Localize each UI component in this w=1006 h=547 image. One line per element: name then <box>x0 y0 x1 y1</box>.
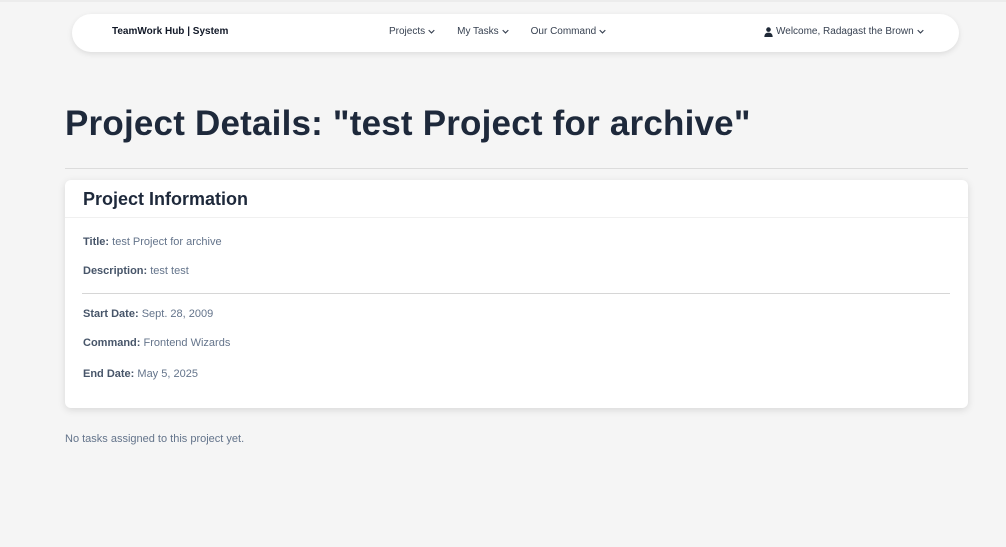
navbar: TeamWork Hub | System Projects My Tasks … <box>72 14 959 52</box>
nav-our-command-label: Our Command <box>530 26 597 37</box>
field-description-label: Description: <box>83 265 148 277</box>
field-title: Title: test Project for archive <box>83 236 222 248</box>
field-start-date-value: Sept. 28, 2009 <box>141 308 214 320</box>
field-end-date-label: End Date: <box>83 368 135 380</box>
page-title: Project Details: "test Project for archi… <box>65 104 751 143</box>
field-description: Description: test test <box>83 265 189 277</box>
chevron-down-icon <box>599 28 606 35</box>
field-start-date: Start Date: Sept. 28, 2009 <box>83 308 213 320</box>
field-end-date: End Date: May 5, 2025 <box>83 368 198 380</box>
title-divider <box>65 168 968 169</box>
nav-our-command-dropdown[interactable]: Our Command <box>531 26 607 37</box>
field-title-value: test Project for archive <box>112 236 222 248</box>
top-border <box>0 0 1006 2</box>
chevron-down-icon <box>428 28 435 35</box>
no-tasks-message: No tasks assigned to this project yet. <box>65 433 245 445</box>
field-description-value: test test <box>150 265 189 277</box>
chevron-down-icon <box>501 28 509 35</box>
nav-projects-label: Projects <box>389 26 426 37</box>
chevron-down-icon <box>916 28 924 35</box>
field-command-label: Command: <box>83 337 141 349</box>
field-command: Command: Frontend Wizards <box>83 337 230 349</box>
card-title: Project Information <box>83 189 249 209</box>
field-start-date-label: Start Date: <box>83 308 139 320</box>
nav-my-tasks-dropdown[interactable]: My Tasks <box>457 26 509 37</box>
brand-logo-text[interactable]: TeamWork Hub | System <box>112 26 228 37</box>
user-menu-dropdown[interactable]: Welcome, Radagast the Brown <box>764 26 924 37</box>
nav-my-tasks-label: My Tasks <box>457 26 499 37</box>
card-header: Project Information <box>65 180 968 218</box>
field-title-label: Title: <box>83 236 110 248</box>
field-end-date-value: May 5, 2025 <box>137 368 198 380</box>
field-command-value: Frontend Wizards <box>143 337 231 349</box>
user-icon <box>764 26 773 37</box>
user-menu-label: Welcome, Radagast the Brown <box>776 26 914 37</box>
nav-projects-dropdown[interactable]: Projects <box>389 26 435 37</box>
nav-links: Projects My Tasks Our Command <box>389 26 606 37</box>
card-divider <box>82 293 950 294</box>
project-information-card: Project Information Title: test Project … <box>65 180 968 408</box>
